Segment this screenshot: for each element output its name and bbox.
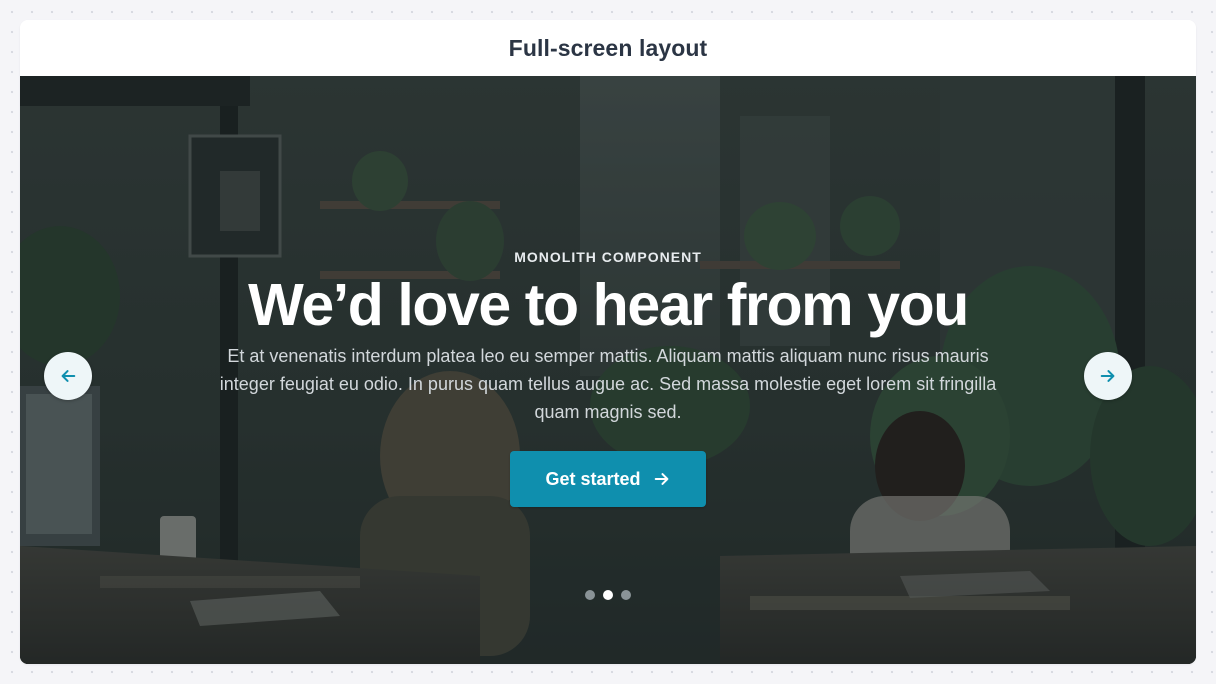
arrow-right-icon [654,473,668,485]
carousel-dot-2[interactable] [603,590,613,600]
hero-subtext: Et at venenatis interdum platea leo eu s… [219,346,997,422]
carousel-dot-3[interactable] [621,590,631,600]
frame-header: Full-screen layout [20,20,1196,76]
get-started-label: Get started [545,468,641,489]
arrow-right-icon [1100,370,1115,382]
arrow-left-icon [61,370,76,382]
frame-title: Full-screen layout [508,34,708,61]
hero-content: MONOLITH COMPONENT We’d love to hear fro… [20,76,1196,664]
carousel-dot-1[interactable] [585,590,595,600]
hero-headline: We’d love to hear from you [248,272,969,338]
carousel-prev-button[interactable] [44,352,92,400]
hero-eyebrow: MONOLITH COMPONENT [514,249,702,265]
hero-carousel: MONOLITH COMPONENT We’d love to hear fro… [20,76,1196,664]
carousel-pagination [20,590,1196,600]
get-started-button[interactable]: Get started [510,451,706,507]
carousel-next-button[interactable] [1084,352,1132,400]
layout-preview-frame: Full-screen layout MONOLITH COMPONENT We… [20,20,1196,664]
